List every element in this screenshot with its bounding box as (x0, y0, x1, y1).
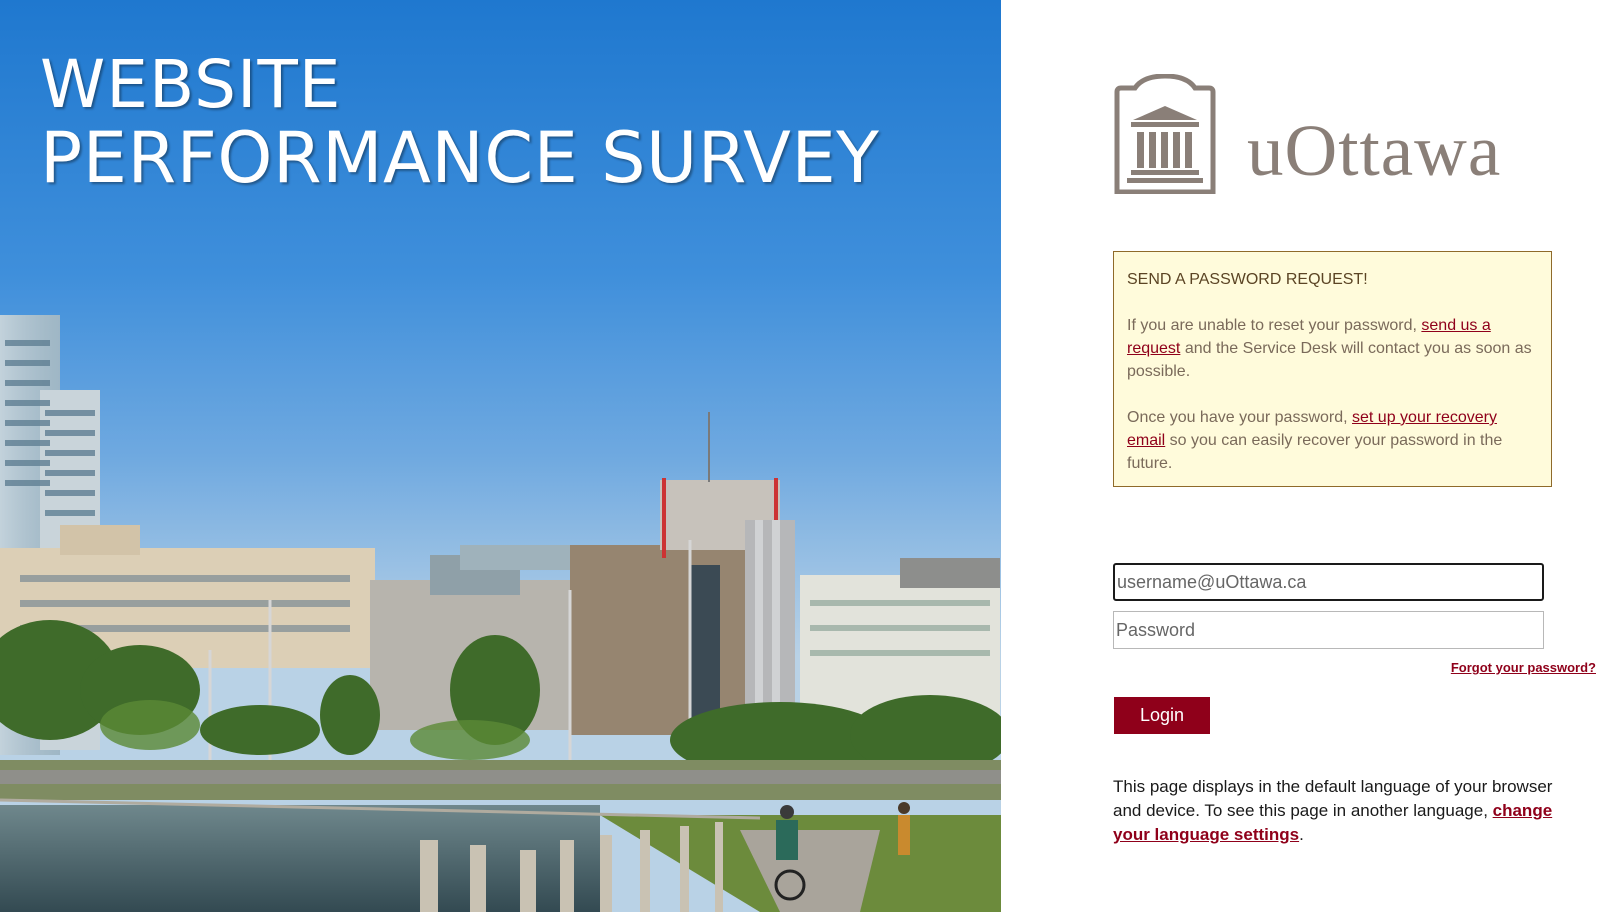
login-panel: uOttawa SEND A PASSWORD REQUEST! If you … (1001, 0, 1621, 912)
notice-text: If you are unable to reset your password… (1127, 317, 1422, 334)
hero-title-line2: PERFORMANCE SURVEY (40, 116, 880, 199)
notice-text: so you can easily recover your password … (1127, 432, 1503, 472)
login-button[interactable]: Login (1114, 697, 1210, 734)
uottawa-wordmark: uOttawa (1247, 110, 1502, 191)
hero-title: WEBSITE PERFORMANCE SURVEY (40, 46, 880, 199)
password-request-notice: SEND A PASSWORD REQUEST! If you are unab… (1113, 251, 1552, 487)
notice-text: Once you have your password, (1127, 409, 1353, 426)
university-building-icon (1114, 73, 1216, 195)
uottawa-logo: uOttawa (1113, 73, 1553, 195)
notice-text: and the Service Desk will contact you as… (1127, 340, 1532, 380)
notice-paragraph-recovery: Once you have your password, set up your… (1127, 406, 1538, 475)
notice-paragraph-request: If you are unable to reset your password… (1127, 314, 1538, 383)
language-note: This page displays in the default langua… (1113, 775, 1553, 847)
language-note-period: . (1299, 825, 1304, 844)
hero-title-line1: WEBSITE (40, 46, 342, 123)
notice-title: SEND A PASSWORD REQUEST! (1127, 271, 1368, 288)
hero-panel: WEBSITE PERFORMANCE SURVEY (0, 0, 1001, 912)
forgot-password-link[interactable]: Forgot your password? (1451, 660, 1596, 675)
password-input[interactable] (1113, 611, 1544, 649)
username-input[interactable] (1113, 563, 1544, 601)
language-note-text: This page displays in the default langua… (1113, 777, 1553, 820)
